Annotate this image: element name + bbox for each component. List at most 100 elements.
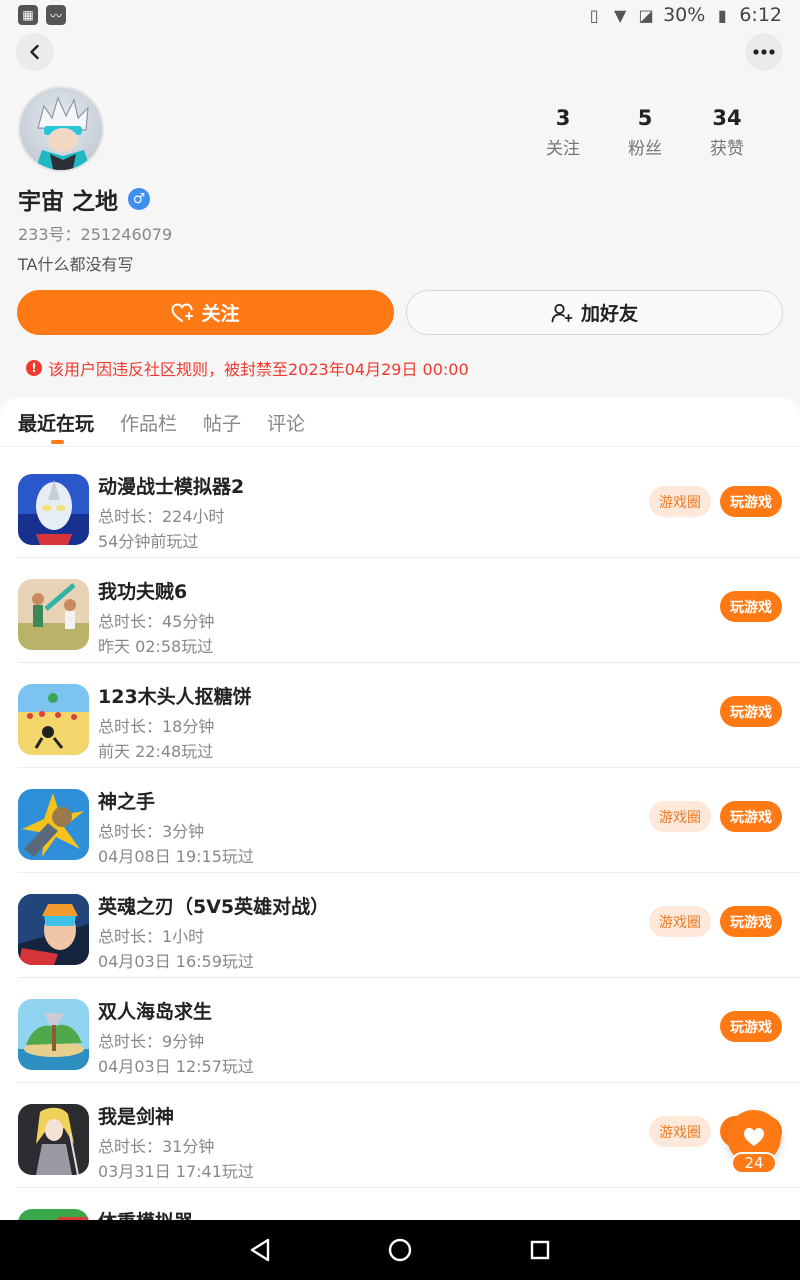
ban-notice-text: 该用户因违反社区规则，被封禁至2023年04月29日 00:00 xyxy=(48,360,469,379)
stat-likes: 34 获赞 xyxy=(686,106,768,159)
game-row[interactable]: 123木头人抠糖饼 总时长：18分钟 前天 22:48玩过 玩游戏 xyxy=(18,663,800,768)
ban-notice: ! 该用户因违反社区规则，被封禁至2023年04月29日 00:00 xyxy=(26,356,469,380)
stat-label: 获赞 xyxy=(710,139,744,159)
heart-icon xyxy=(744,1128,764,1146)
no-sim-icon: ◪ xyxy=(638,5,654,25)
game-duration: 总时长：45分钟 xyxy=(98,612,215,631)
username-row: 宇宙 之地 ♂ xyxy=(18,182,151,216)
game-last-played: 前天 22:48玩过 xyxy=(98,742,214,761)
play-game-button[interactable]: 玩游戏 xyxy=(720,486,782,517)
follow-label: 关注 xyxy=(201,303,240,325)
game-circle-button[interactable]: 游戏圈 xyxy=(649,801,711,832)
content-panel: 最近在玩 作品栏 帖子 评论 动漫战士模拟器2 总时长：224小时 54分钟前玩… xyxy=(0,398,800,1220)
username: 宇宙 之地 xyxy=(18,189,119,215)
game-icon xyxy=(18,474,89,545)
add-friend-label: 加好友 xyxy=(580,303,638,325)
clock: 6:12 xyxy=(739,4,782,26)
stat-label: 粉丝 xyxy=(628,139,662,159)
game-last-played: 04月08日 19:15玩过 xyxy=(98,847,254,866)
game-icon xyxy=(18,684,89,755)
game-name: 动漫战士模拟器2 xyxy=(98,476,245,498)
follow-button[interactable]: 关注 xyxy=(17,290,394,335)
game-duration: 总时长：9分钟 xyxy=(98,1032,205,1051)
game-row[interactable]: 双人海岛求生 总时长：9分钟 04月03日 12:57玩过 玩游戏 xyxy=(18,978,800,1083)
game-icon xyxy=(18,789,89,860)
play-game-button[interactable]: 玩游戏 xyxy=(720,1011,782,1042)
tab-posts[interactable]: 帖子 xyxy=(203,409,241,436)
alert-icon: ! xyxy=(26,360,42,376)
game-last-played: 54分钟前玩过 xyxy=(98,532,199,551)
game-last-played: 04月03日 12:57玩过 xyxy=(98,1057,254,1076)
tab-bar: 最近在玩 作品栏 帖子 评论 xyxy=(0,398,800,447)
game-duration: 总时长：224小时 xyxy=(98,507,225,526)
game-circle-button[interactable]: 游戏圈 xyxy=(649,906,711,937)
notification-app-icon: ▦ xyxy=(18,5,38,25)
stat-following[interactable]: 3 关注 xyxy=(522,106,604,159)
game-last-played: 03月31日 17:41玩过 xyxy=(98,1162,254,1181)
game-icon xyxy=(18,999,89,1070)
game-icon xyxy=(18,579,89,650)
avatar-image xyxy=(35,96,91,170)
stat-value: 5 xyxy=(637,106,653,130)
triangle-back-icon xyxy=(250,1238,270,1262)
battery-percent: 30% xyxy=(663,4,706,26)
game-last-played: 昨天 02:58玩过 xyxy=(98,637,214,656)
battery-icon: ▮ xyxy=(717,5,727,25)
stat-value: 3 xyxy=(555,106,571,130)
game-circle-button[interactable]: 游戏圈 xyxy=(649,1116,711,1147)
system-nav-bar xyxy=(0,1220,800,1280)
wifi-icon: ▼ xyxy=(613,5,627,25)
game-row[interactable]: 动漫战士模拟器2 总时长：224小时 54分钟前玩过 游戏圈 玩游戏 xyxy=(18,453,800,558)
game-duration: 总时长：1小时 xyxy=(98,927,205,946)
nav-back-button[interactable] xyxy=(245,1235,275,1265)
game-last-played: 04月03日 16:59玩过 xyxy=(98,952,254,971)
play-game-button[interactable]: 玩游戏 xyxy=(720,696,782,727)
avatar[interactable] xyxy=(18,86,104,172)
game-duration: 总时长：18分钟 xyxy=(98,717,215,736)
bio: TA什么都没有写 xyxy=(18,255,134,274)
tab-works[interactable]: 作品栏 xyxy=(120,409,177,436)
game-name: 体重模拟器 xyxy=(98,1207,193,1220)
game-row[interactable]: 我是剑神 总时长：31分钟 03月31日 17:41玩过 游戏圈 玩游戏 xyxy=(18,1083,800,1188)
game-duration: 总时长：3分钟 xyxy=(98,822,205,841)
circle-home-icon xyxy=(388,1238,412,1262)
profile-stats: 3 关注 5 粉丝 34 获赞 xyxy=(522,106,768,159)
stat-value: 34 xyxy=(712,106,742,130)
stat-followers[interactable]: 5 粉丝 xyxy=(604,106,686,159)
game-row[interactable]: 神之手 总时长：3分钟 04月08日 19:15玩过 游戏圈 玩游戏 xyxy=(18,768,800,873)
game-icon xyxy=(18,894,89,965)
stat-label: 关注 xyxy=(546,139,580,159)
male-gender-icon: ♂ xyxy=(128,188,151,210)
vibrate-icon: ▯ xyxy=(589,5,599,25)
add-friend-button[interactable]: 加好友 xyxy=(406,290,783,335)
game-name: 双人海岛求生 xyxy=(98,1001,213,1023)
follow-heart-icon xyxy=(171,302,194,322)
game-circle-button[interactable]: 游戏圈 xyxy=(649,486,711,517)
game-icon xyxy=(18,1209,89,1220)
game-name: 神之手 xyxy=(98,791,156,813)
game-icon xyxy=(18,1104,89,1175)
game-row[interactable]: 体重模拟器 xyxy=(18,1188,800,1220)
user-id: 233号：251246079 xyxy=(18,225,173,244)
nav-home-button[interactable] xyxy=(385,1235,415,1265)
like-count: 24 xyxy=(731,1152,777,1174)
game-name: 我功夫贼6 xyxy=(98,581,188,603)
play-game-button[interactable]: 玩游戏 xyxy=(720,906,782,937)
more-button[interactable] xyxy=(745,33,783,71)
game-name: 123木头人抠糖饼 xyxy=(98,686,252,708)
game-row[interactable]: 英魂之刃（5V5英雄对战） 总时长：1小时 04月03日 16:59玩过 游戏圈… xyxy=(18,873,800,978)
back-button[interactable] xyxy=(16,33,54,71)
square-recents-icon xyxy=(530,1240,550,1260)
tab-comments[interactable]: 评论 xyxy=(267,409,305,436)
status-bar: ▦ 〰 ▯ ▼ ◪ 30% ▮ 6:12 xyxy=(0,0,800,30)
play-game-button[interactable]: 玩游戏 xyxy=(720,801,782,832)
tab-recently-played[interactable]: 最近在玩 xyxy=(18,409,94,444)
game-row[interactable]: 我功夫贼6 总时长：45分钟 昨天 02:58玩过 玩游戏 xyxy=(18,558,800,663)
nav-recents-button[interactable] xyxy=(525,1235,555,1265)
activity-icon: 〰 xyxy=(46,5,66,25)
game-duration: 总时长：31分钟 xyxy=(98,1137,215,1156)
chevron-left-icon xyxy=(30,44,39,60)
game-name: 我是剑神 xyxy=(98,1106,175,1128)
more-dots-icon xyxy=(753,49,775,55)
play-game-button[interactable]: 玩游戏 xyxy=(720,591,782,622)
